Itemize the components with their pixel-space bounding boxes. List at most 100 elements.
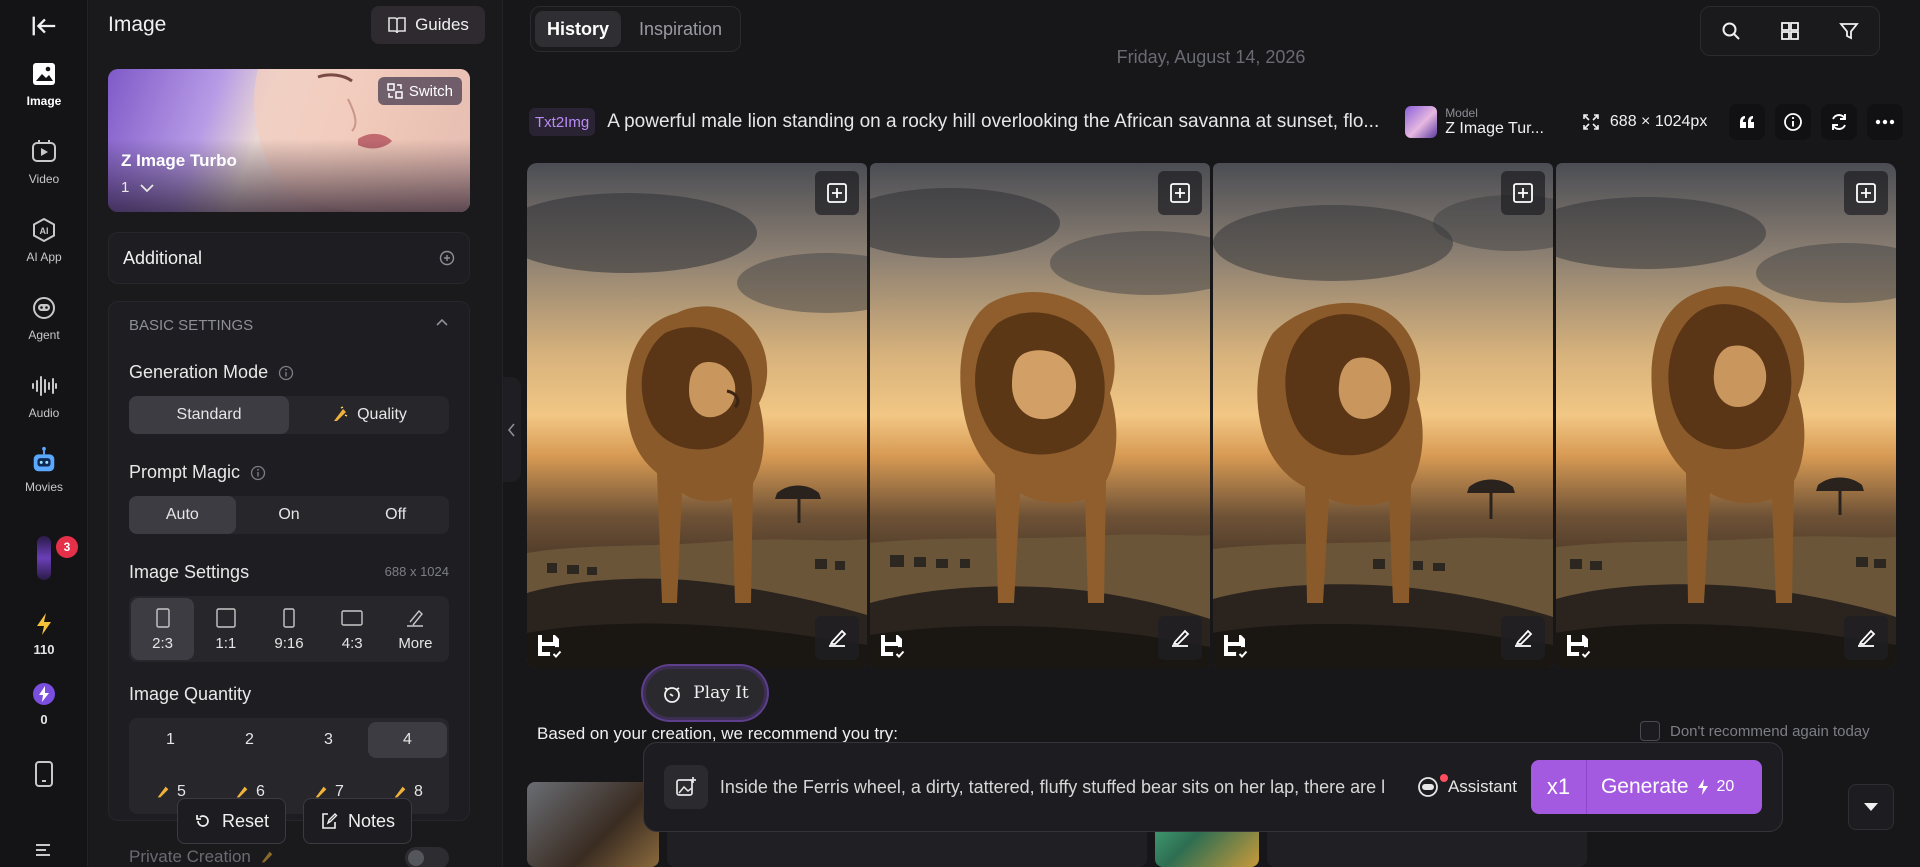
add-circle-icon: [439, 250, 455, 266]
reset-button[interactable]: Reset: [177, 798, 287, 844]
prompt-magic-on[interactable]: On: [236, 496, 343, 534]
model-name: Z Image Turbo: [121, 151, 237, 170]
premium-bolt-icon: [30, 680, 58, 708]
tab-inspiration[interactable]: Inspiration: [627, 11, 734, 47]
ratio-1-1[interactable]: 1:1: [194, 598, 257, 660]
search-icon[interactable]: [1721, 21, 1741, 41]
info-icon[interactable]: [278, 365, 294, 381]
generated-image[interactable]: [870, 163, 1210, 668]
premium-pen-icon: [157, 786, 169, 798]
assistant-label: Assistant: [1447, 777, 1517, 796]
switch-label: Switch: [408, 82, 453, 100]
add-to-canvas-button[interactable]: [1158, 171, 1202, 215]
model-count: 1: [121, 179, 130, 196]
ratio-label: 2:3: [152, 634, 174, 652]
additional-section[interactable]: Additional: [108, 232, 470, 284]
mode-standard-label: Standard: [176, 406, 242, 423]
notifications-button[interactable]: 3: [0, 536, 88, 584]
quantity-2[interactable]: 2: [210, 722, 289, 758]
ratio-9-16[interactable]: 9:16: [257, 598, 320, 660]
quantity-1[interactable]: 1: [131, 722, 210, 758]
rail-item-video[interactable]: Video: [0, 138, 88, 186]
model-card[interactable]: Switch Z Image Turbo 1: [108, 69, 470, 212]
rail-item-ai-app[interactable]: AI AI App: [0, 216, 88, 264]
ratio-4-3[interactable]: 4:3: [321, 598, 384, 660]
edit-image-button[interactable]: [1158, 616, 1202, 660]
menu-button[interactable]: [0, 836, 88, 864]
mode-quality[interactable]: Quality: [289, 396, 449, 434]
quantity-label: 8: [414, 783, 423, 800]
save-image-button[interactable]: [875, 629, 911, 665]
ratio-more[interactable]: More: [384, 598, 447, 660]
image-gallery: [527, 163, 1898, 668]
generation-prompt[interactable]: A powerful male lion standing on a rocky…: [607, 111, 1389, 133]
mobile-app-button[interactable]: [0, 760, 88, 788]
prompt-magic-off[interactable]: Off: [342, 496, 449, 534]
image-upload-button[interactable]: [664, 765, 708, 809]
prompt-input[interactable]: Inside the Ferris wheel, a dirty, tatter…: [720, 777, 1400, 798]
private-creation-toggle[interactable]: [405, 847, 449, 867]
back-button[interactable]: [0, 12, 88, 40]
guides-button[interactable]: Guides: [371, 6, 485, 44]
basic-settings-header[interactable]: BASIC SETTINGS: [129, 317, 449, 334]
generate-button[interactable]: x1 Generate 20: [1530, 760, 1762, 814]
mode-standard[interactable]: Standard: [129, 396, 289, 434]
info-icon[interactable]: [250, 465, 266, 481]
rail-item-movies[interactable]: Movies: [0, 446, 88, 494]
save-image-button[interactable]: [1218, 629, 1254, 665]
image-settings-text: Image Settings: [129, 562, 250, 582]
dont-recommend-checkbox[interactable]: [1640, 721, 1660, 741]
add-to-canvas-button[interactable]: [815, 171, 859, 215]
plus-square-icon: [1170, 183, 1190, 203]
regenerate-button[interactable]: [1821, 104, 1858, 140]
more-horizontal-icon: [1876, 119, 1895, 125]
model-chip[interactable]: Model Z Image Tur...: [1405, 106, 1544, 138]
guides-label: Guides: [415, 15, 469, 34]
save-check-icon: [1224, 635, 1250, 661]
prompt-magic-auto[interactable]: Auto: [129, 496, 236, 534]
collapse-panel-button[interactable]: [503, 377, 521, 482]
assistant-button[interactable]: Assistant: [1416, 774, 1517, 798]
dont-recommend-option[interactable]: Don't recommend again today: [1640, 721, 1870, 741]
view-tabs: History Inspiration: [530, 6, 741, 52]
landscape-ratio-icon: [341, 609, 363, 626]
quote-prompt-button[interactable]: [1729, 104, 1766, 140]
save-image-button[interactable]: [1561, 629, 1597, 665]
quantity-row: 1 2 3 4: [129, 720, 449, 760]
add-to-canvas-button[interactable]: [1844, 171, 1888, 215]
generated-image[interactable]: [1213, 163, 1553, 668]
model-name-short: Z Image Tur...: [1445, 120, 1544, 137]
edit-image-button[interactable]: [1844, 616, 1888, 660]
model-count-dropdown[interactable]: 1: [121, 179, 155, 196]
generated-image[interactable]: [527, 163, 867, 668]
rail-item-audio[interactable]: Audio: [0, 372, 88, 420]
more-options-button[interactable]: [1867, 104, 1904, 140]
filter-icon[interactable]: [1839, 21, 1860, 41]
save-image-button[interactable]: [532, 629, 568, 665]
batch-multiplier[interactable]: x1: [1531, 760, 1587, 814]
aspect-ratio-selector: 2:3 1:1 9:16 4:3 More: [129, 596, 449, 662]
edit-image-button[interactable]: [1501, 616, 1545, 660]
back-arrow-icon: [30, 12, 58, 40]
add-to-canvas-button[interactable]: [1501, 171, 1545, 215]
info-button[interactable]: [1775, 104, 1812, 140]
left-rail: Image Video AI AI App Agent Audio Movies…: [0, 0, 88, 867]
rail-item-image[interactable]: Image: [0, 60, 88, 108]
edit-image-button[interactable]: [815, 616, 859, 660]
play-it-button[interactable]: Play It: [643, 666, 767, 720]
credits-bolt[interactable]: 110: [0, 610, 88, 657]
recommendation-card[interactable]: [527, 782, 659, 867]
rail-item-agent[interactable]: Agent: [0, 294, 88, 342]
grid-view-icon[interactable]: [1780, 21, 1800, 41]
switch-model-button[interactable]: Switch: [377, 77, 462, 105]
generated-image[interactable]: [1556, 163, 1896, 668]
plus-square-icon: [1513, 183, 1533, 203]
tab-history[interactable]: History: [535, 11, 622, 47]
quantity-3[interactable]: 3: [289, 722, 368, 758]
quantity-label: 4: [403, 731, 412, 748]
premium-credits[interactable]: 0: [0, 680, 88, 727]
scroll-to-bottom-button[interactable]: [1848, 784, 1894, 830]
quantity-4[interactable]: 4: [368, 722, 447, 758]
notes-button[interactable]: Notes: [303, 798, 413, 844]
ratio-2-3[interactable]: 2:3: [131, 598, 195, 660]
